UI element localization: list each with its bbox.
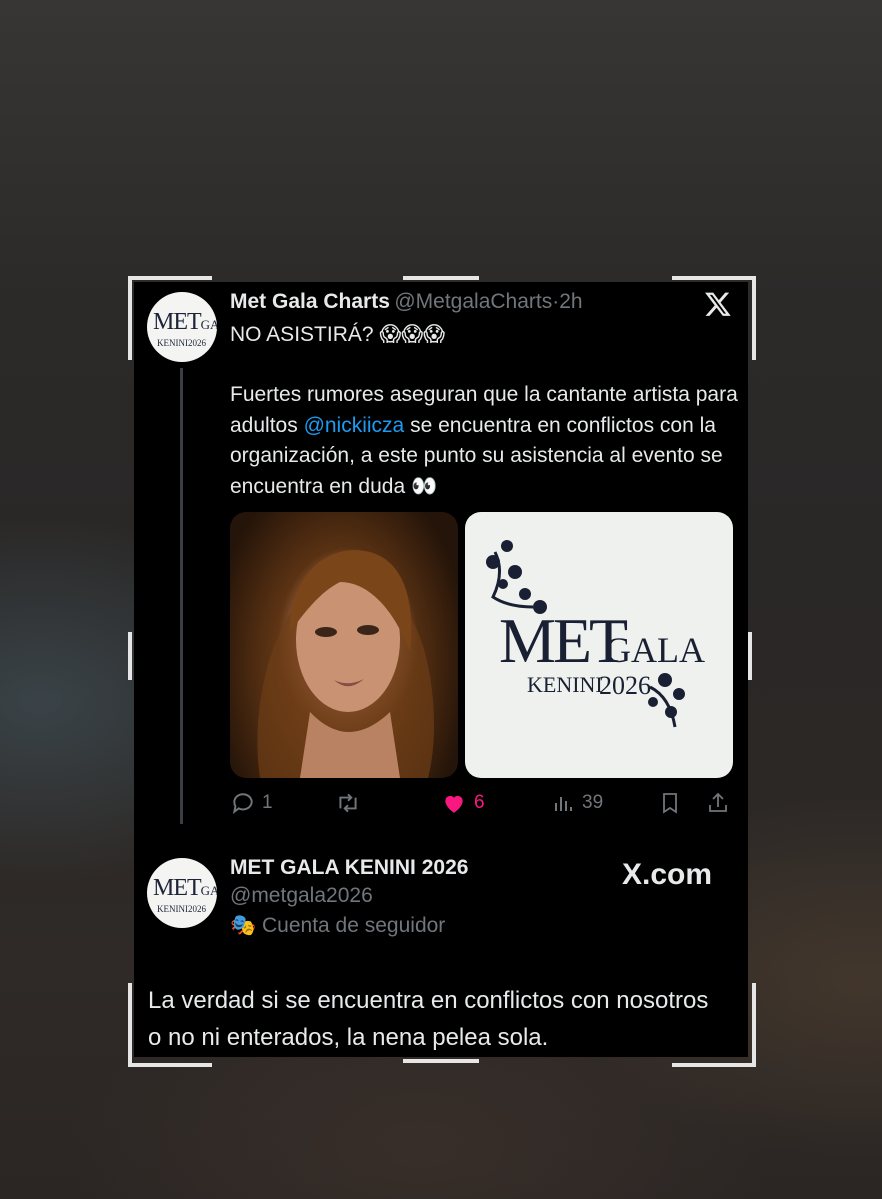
tweet-time[interactable]: 2h [559,290,582,313]
views-count: 39 [582,792,604,813]
tweet-actions: 1 6 39 [230,790,740,820]
svg-text:2026: 2026 [599,671,651,700]
like-button[interactable]: 6 [440,790,485,816]
tweet-header: Met Gala Charts @MetgalaCharts·2h [230,290,583,314]
reply-header: MET GALA KENINI 2026 @metgala2026 🎭 Cuen… [230,856,468,938]
retweet-button[interactable] [334,790,368,816]
svg-text:GALA: GALA [605,630,705,670]
author-name[interactable]: Met Gala Charts [230,290,390,313]
account-label: 🎭 Cuenta de seguidor [230,914,446,937]
bookmark-button[interactable] [658,790,682,816]
retweet-icon [339,793,357,813]
tweet-headline: NO ASISTIRÁ? 😱😱😱 [230,323,446,346]
mention-link[interactable]: @nickiicza [304,414,405,437]
caption-text: La verdad si se encuentra en conflictos … [148,987,709,1051]
x-logo-icon [704,290,732,318]
crop-handle-right[interactable] [748,632,752,680]
eyes-emoji: 👀 [410,474,438,498]
crop-handle-bottom[interactable] [403,1059,479,1063]
tweet-body: Fuertes rumores aseguran que la cantante… [230,383,738,498]
media-metgala-logo[interactable]: MET GALA KENINI 2026 [465,512,733,778]
theater-masks-icon: 🎭 [230,914,257,937]
reply-handle[interactable]: @metgala2026 [230,884,468,908]
svg-text:KENINI: KENINI [527,672,603,697]
reply-avatar-logo: METGALA KENINI2026 [153,875,217,914]
like-count: 6 [474,792,485,813]
author-avatar[interactable]: METGALA KENINI2026 [147,292,217,362]
analytics-icon [555,797,572,811]
share-button[interactable] [706,790,730,816]
scream-emojis: 😱😱😱 [379,323,446,346]
x-com-watermark: X.com [622,858,713,891]
share-icon [709,792,727,812]
author-handle[interactable]: @MetgalaCharts [394,290,552,313]
reply-author-name[interactable]: MET GALA KENINI 2026 [230,856,468,880]
crop-handle-left[interactable] [128,632,132,680]
reply-avatar[interactable]: METGALA KENINI2026 [147,858,217,928]
crop-handle-top[interactable] [403,276,479,280]
avatar-logo: METGALA KENINI2026 [153,309,217,348]
heart-icon [445,795,463,813]
reply-icon [232,793,253,814]
reply-button[interactable]: 1 [230,790,273,816]
media-photo-portrait[interactable] [230,512,458,778]
bookmark-icon [663,793,677,814]
views-button[interactable]: 39 [552,790,603,816]
screenshot-card: METGALA KENINI2026 Met Gala Charts @Metg… [134,282,748,1057]
thread-line [180,368,183,824]
reply-count: 1 [262,792,273,813]
